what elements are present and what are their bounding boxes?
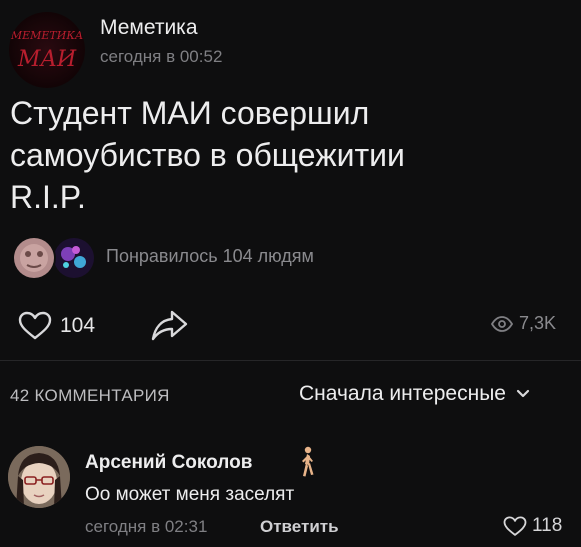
liker-avatar-2 [54,238,94,278]
commenter-avatar[interactable] [8,446,70,508]
group-logo-top: МЕМЕТИКА [10,29,83,42]
divider [0,360,581,361]
heart-outline-icon [18,311,52,340]
comment-like-count: 118 [532,515,563,536]
liker-avatar-1 [12,236,56,280]
person-walking-icon [296,446,318,480]
eye-icon [491,315,513,332]
like-button[interactable]: 104 [18,310,95,342]
group-logo-bottom: МАИ [17,47,77,72]
reply-button[interactable]: Ответить [260,517,339,537]
group-avatar[interactable]: МЕМЕТИКА МАИ [9,12,85,88]
sort-dropdown[interactable]: Сначала интересные [299,382,530,406]
sort-label: Сначала интересные [299,382,506,405]
liker-avatars[interactable] [6,234,102,282]
likes-summary[interactable]: Понравилось 104 людям [106,246,314,267]
comment-like-button[interactable]: 118 [503,515,562,537]
comments-count: 42 КОММЕНТАРИЯ [10,386,170,405]
views-counter: 7,3K [491,313,556,334]
group-logo: МЕМЕТИКА МАИ [10,29,83,72]
share-arrow-icon [151,310,188,341]
comment-text: Оо может меня заселят [85,484,295,505]
views-count: 7,3K [519,313,557,333]
group-name[interactable]: Меметика [100,16,198,40]
comment-time: сегодня в 02:31 [85,517,208,536]
heart-outline-icon [503,515,527,536]
share-button[interactable] [150,308,190,342]
post-time: сегодня в 00:52 [100,47,223,66]
post-text: Студент МАИ совершил самоубиство в общеж… [10,95,405,215]
commenter-name[interactable]: Арсений Соколов [85,452,252,474]
like-count: 104 [60,314,96,337]
chevron-down-icon [516,389,530,398]
